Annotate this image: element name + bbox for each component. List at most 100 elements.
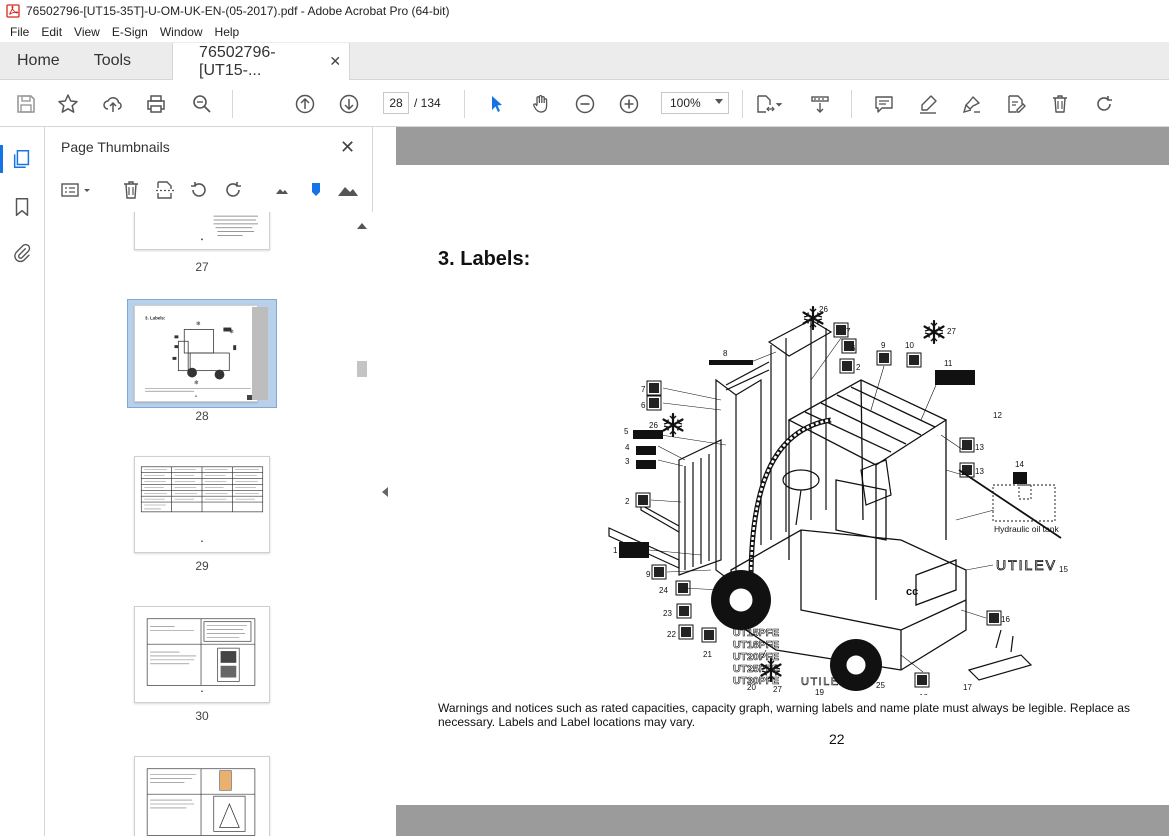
close-tab-icon[interactable]: ✕: [329, 53, 341, 70]
tab-document[interactable]: 76502796-[UT15-... ✕: [172, 43, 351, 80]
upload-icon[interactable]: [100, 91, 126, 117]
callout-number: 18: [919, 693, 928, 695]
zoom-select[interactable]: 100%: [661, 92, 729, 114]
rotate-left-icon[interactable]: [188, 179, 210, 201]
star-icon[interactable]: [55, 91, 81, 117]
callout-number: 9: [646, 570, 651, 579]
collapse-panel-icon[interactable]: [382, 487, 388, 497]
close-panel-icon[interactable]: ✕: [340, 137, 355, 158]
tab-home[interactable]: Home: [0, 42, 77, 79]
edit-icon[interactable]: [1003, 91, 1029, 117]
toolbar-separator: [742, 90, 743, 118]
scrollbar-thumb[interactable]: [357, 361, 367, 377]
tab-tools[interactable]: Tools: [77, 42, 148, 79]
active-indicator: [0, 145, 3, 173]
page-down-icon[interactable]: [336, 91, 362, 117]
options-menu-icon[interactable]: [60, 179, 94, 201]
hand-icon[interactable]: [528, 91, 554, 117]
callout-number: 7: [846, 327, 851, 336]
callout-number: 2: [856, 363, 861, 372]
callout-number: 2: [625, 497, 630, 506]
callout-number: 10: [905, 341, 914, 350]
comment-icon[interactable]: [871, 91, 897, 117]
zoom-value: 100%: [670, 96, 701, 110]
attachment-icon[interactable]: [10, 241, 34, 265]
callout-number: 9: [881, 341, 886, 350]
zoom-in-icon[interactable]: [616, 91, 642, 117]
page-number: 22: [829, 731, 845, 747]
rotate-right-icon[interactable]: [222, 179, 244, 201]
callout-number: 6: [641, 401, 646, 410]
delete-icon[interactable]: [1047, 91, 1073, 117]
toolbar-separator: [464, 90, 465, 118]
callout-number: 20: [747, 683, 756, 692]
rotate-icon[interactable]: [1091, 91, 1117, 117]
thumbnail-page-31[interactable]: [134, 756, 270, 836]
thumbnail-page-28[interactable]: 3. Labels: ❄ ❄ ❄: [134, 305, 258, 402]
menu-file[interactable]: File: [4, 25, 35, 39]
hydraulic-tank-label: Hydraulic oil tank: [994, 524, 1059, 534]
tab-bar: Home Tools 76502796-[UT15-... ✕: [0, 42, 1169, 80]
sign-icon[interactable]: [959, 91, 985, 117]
page-thumbnails-icon[interactable]: [10, 147, 34, 171]
scroll-up-icon[interactable]: [357, 223, 367, 229]
svg-text:❄: ❄: [196, 321, 201, 328]
highlight-icon[interactable]: [915, 91, 941, 117]
callout-number: 12: [993, 411, 1002, 420]
panel-splitter[interactable]: [373, 127, 396, 836]
bookmark-icon[interactable]: [10, 195, 34, 219]
print-icon[interactable]: [143, 91, 169, 117]
page-fit-dropdown-icon[interactable]: [773, 91, 785, 117]
callout-number: 21: [703, 650, 712, 659]
svg-text:cc: cc: [906, 586, 918, 598]
thumbnail-page-30[interactable]: [134, 606, 270, 703]
thumbnail-label: 29: [195, 559, 209, 573]
menu-window[interactable]: Window: [154, 25, 209, 39]
callout-number: 26: [649, 421, 658, 430]
page-up-icon[interactable]: [292, 91, 318, 117]
toolbar-separator: [232, 90, 233, 118]
menu-edit[interactable]: Edit: [35, 25, 68, 39]
panel-title: Page Thumbnails: [61, 139, 170, 155]
callout-number: 26: [819, 305, 828, 314]
thumbnail-small-icon[interactable]: [271, 179, 293, 201]
page-thumbnails-panel: Page Thumbnails ✕ 27 3. Labels: ❄ ❄ ❄ 28…: [45, 127, 373, 836]
left-navigation-rail: [0, 127, 45, 836]
thumbnail-page-29[interactable]: [134, 456, 270, 553]
menu-view[interactable]: View: [68, 25, 106, 39]
document-viewer[interactable]: 3. Labels: cc Hydraulic oil tank UTILEV …: [396, 127, 1169, 836]
warning-notice: Warnings and notices such as rated capac…: [438, 701, 1130, 729]
current-page-input[interactable]: 28: [383, 92, 409, 114]
toolbar: [0, 80, 1169, 127]
callout-number: 27: [773, 685, 782, 694]
callout-number: 23: [663, 609, 672, 618]
menu-esign[interactable]: E-Sign: [106, 25, 154, 39]
callout-number: 22: [667, 630, 676, 639]
callout-number: 8: [723, 349, 728, 358]
model-label: UT18PFE: [733, 639, 779, 651]
toolbar-separator: [851, 90, 852, 118]
extract-page-icon[interactable]: [154, 179, 176, 201]
select-cursor-icon[interactable]: [484, 91, 510, 117]
search-icon[interactable]: [189, 91, 215, 117]
thumbnail-size-slider[interactable]: [305, 179, 327, 201]
thumbnail-scrollbar[interactable]: [355, 219, 369, 836]
panel-toolbar: [45, 167, 373, 211]
callout-number: 3: [625, 457, 630, 466]
zoom-out-icon[interactable]: [572, 91, 598, 117]
thumbnail-large-icon[interactable]: [337, 179, 359, 201]
menu-bar: File Edit View E-Sign Window Help: [0, 22, 1169, 42]
callout-number: 13: [975, 467, 984, 476]
save-icon[interactable]: [13, 91, 39, 117]
title-bar: 76502796-[UT15-35T]-U-OM-UK-EN-(05-2017)…: [0, 0, 1169, 22]
tab-document-label: 76502796-[UT15-...: [199, 43, 276, 79]
callout-number: 27: [947, 327, 956, 336]
chevron-down-icon: [715, 99, 723, 104]
delete-page-icon[interactable]: [120, 179, 142, 201]
svg-text:3. Labels:: 3. Labels:: [145, 316, 166, 321]
scroll-mode-icon[interactable]: [807, 91, 833, 117]
thumbnail-page-27[interactable]: [134, 212, 270, 250]
menu-help[interactable]: Help: [209, 25, 246, 39]
thumbnail-resize-handle[interactable]: [247, 395, 252, 400]
callout-number: 11: [944, 359, 953, 368]
